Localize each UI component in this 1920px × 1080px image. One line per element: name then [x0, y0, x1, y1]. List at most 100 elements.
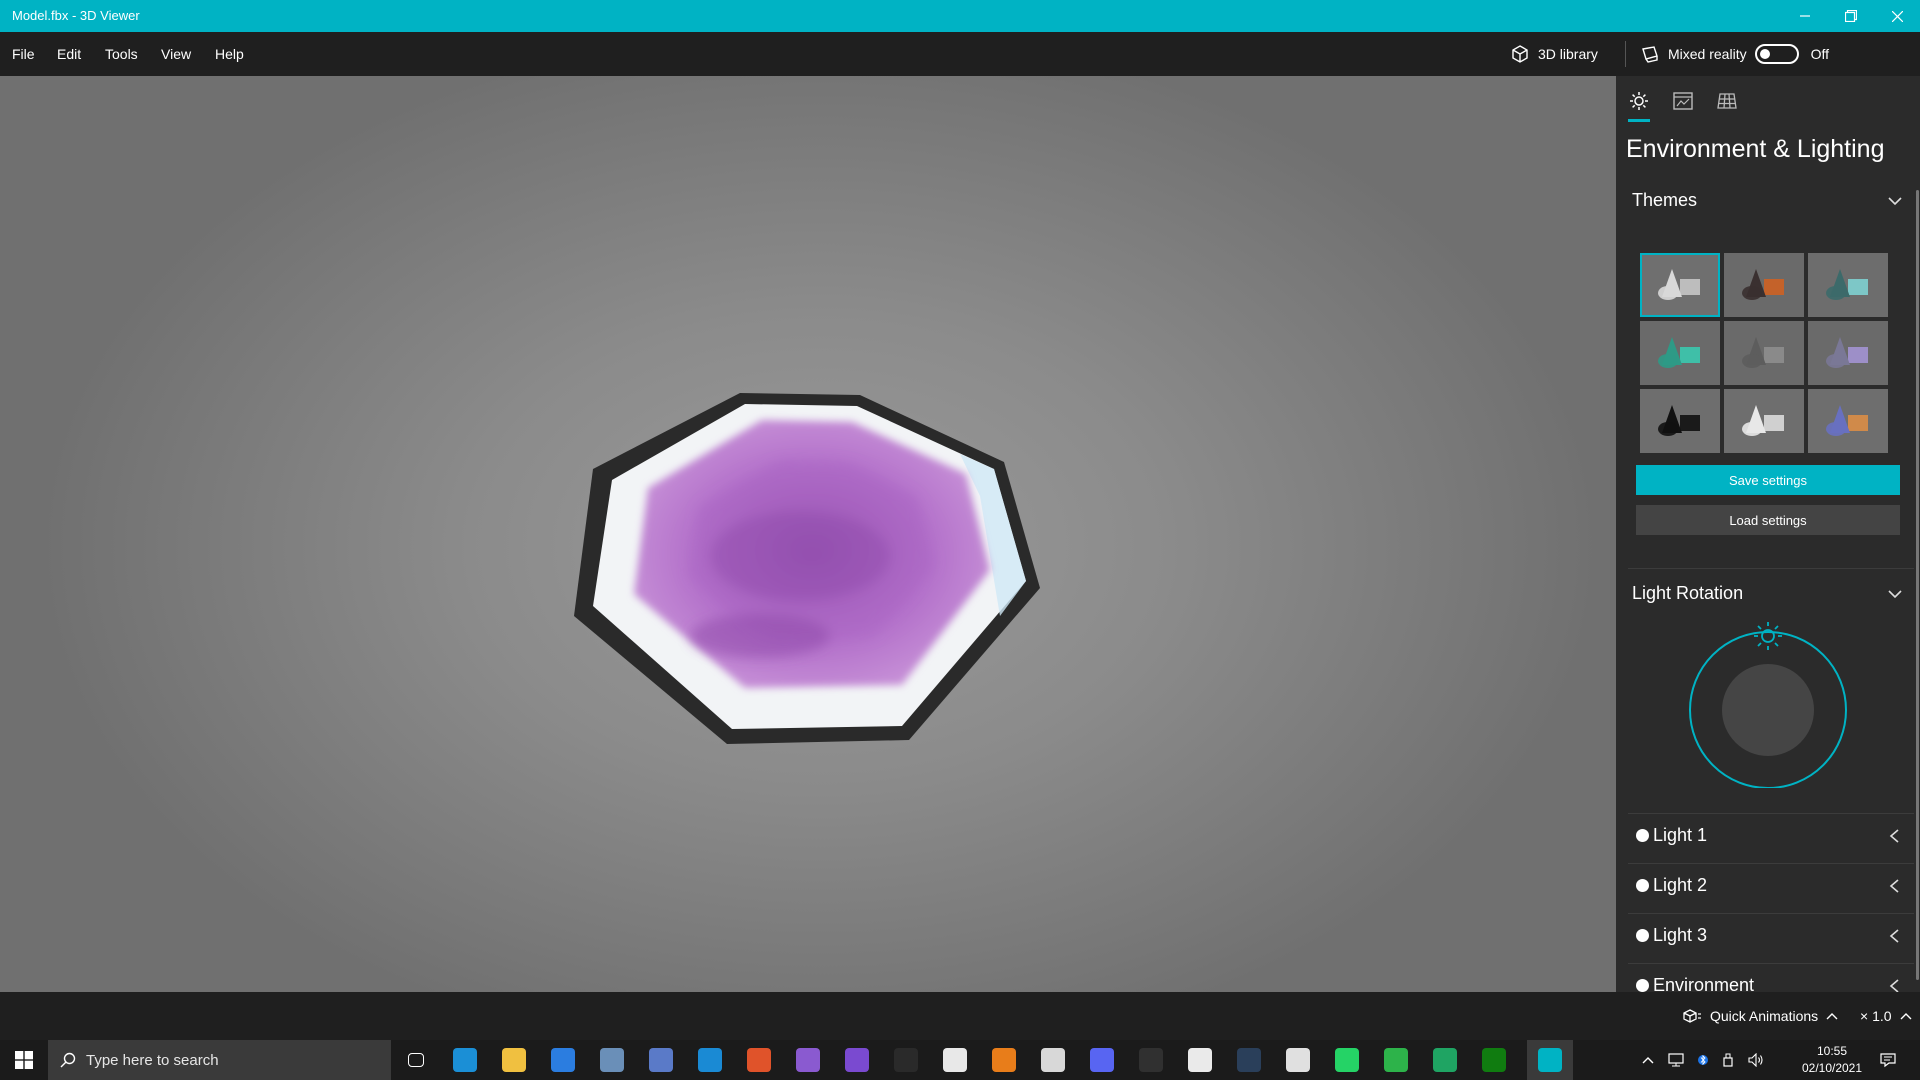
save-settings-button[interactable]: Save settings [1636, 465, 1900, 495]
cube-icon [1512, 45, 1528, 63]
menu-edit[interactable]: Edit [57, 46, 81, 62]
windows-logo-icon [15, 1051, 33, 1069]
theme-1-tile[interactable] [1640, 253, 1720, 317]
chevron-down-icon[interactable] [1888, 194, 1902, 208]
task-view-icon[interactable] [400, 1044, 432, 1076]
stats-icon [1673, 92, 1693, 110]
tab-grid[interactable] [1714, 88, 1740, 114]
panel-scrollbar[interactable] [1916, 190, 1919, 980]
sun-icon [1630, 92, 1648, 110]
light-2-label: Light 2 [1653, 875, 1708, 895]
github-icon[interactable] [841, 1044, 873, 1076]
window-title: Model.fbx - 3D Viewer [12, 8, 140, 23]
system-tray [1642, 1040, 1764, 1080]
vs-code-icon[interactable] [694, 1044, 726, 1076]
tab-environment[interactable] [1626, 88, 1652, 114]
network-icon[interactable] [1668, 1053, 1684, 1067]
speed-control[interactable]: × 1.0 [1860, 1008, 1912, 1024]
menu-help[interactable]: Help [215, 46, 244, 62]
app-window: Model.fbx - 3D Viewer File Edit Tools Vi… [0, 0, 1920, 1080]
light-rotation-header[interactable]: Light Rotation [1632, 583, 1743, 604]
start-button[interactable] [8, 1044, 40, 1076]
chevron-up-icon[interactable] [1642, 1056, 1654, 1064]
unity-hub-icon[interactable] [1184, 1044, 1216, 1076]
menu-bar: File Edit Tools View Help 3D library Mix… [0, 32, 1920, 76]
theme-8-tile[interactable] [1724, 389, 1804, 453]
menu-file[interactable]: File [12, 46, 35, 62]
mail-icon[interactable] [596, 1044, 628, 1076]
light-3-label: Light 3 [1653, 925, 1708, 945]
tab-stats[interactable] [1670, 88, 1696, 114]
steam-icon[interactable] [1233, 1044, 1265, 1076]
quick-animations-label: Quick Animations [1710, 1008, 1819, 1024]
notifications-button[interactable] [1872, 1044, 1904, 1076]
quick-animations-button[interactable]: Quick Animations [1682, 1008, 1838, 1024]
mixed-reality-label: Mixed reality [1668, 46, 1747, 62]
windows-taskbar: 10:55 02/10/2021 [0, 1040, 1920, 1080]
theme-6-tile[interactable] [1808, 321, 1888, 385]
unity-icon[interactable] [1282, 1044, 1314, 1076]
environment-row[interactable]: Environment [1628, 964, 1914, 992]
mixed-reality-state: Off [1810, 46, 1830, 62]
menu-view[interactable]: View [161, 46, 191, 62]
chevron-left-icon [1888, 828, 1902, 844]
discord-icon[interactable] [1086, 1044, 1118, 1076]
file-explorer-icon[interactable] [498, 1044, 530, 1076]
taskbar-search[interactable] [48, 1040, 391, 1080]
hangouts-icon[interactable] [1429, 1044, 1461, 1076]
usb-icon[interactable] [1722, 1053, 1734, 1067]
theme-4-tile[interactable] [1640, 321, 1720, 385]
store-icon[interactable] [547, 1044, 579, 1076]
light-color-swatch [1636, 929, 1649, 942]
restore-button[interactable] [1828, 0, 1874, 32]
3d-library-label: 3D library [1538, 46, 1598, 62]
xd-icon[interactable] [939, 1044, 971, 1076]
notification-icon [1880, 1053, 1896, 1068]
minimize-button[interactable] [1782, 0, 1828, 32]
theme-9-tile[interactable] [1808, 389, 1888, 453]
chevron-left-icon [1888, 978, 1902, 992]
blender-icon[interactable] [988, 1044, 1020, 1076]
menu-tools[interactable]: Tools [105, 46, 138, 62]
edge-icon[interactable] [449, 1044, 481, 1076]
3d-viewport[interactable] [0, 76, 1616, 992]
clock-time: 10:55 [1816, 1044, 1848, 1058]
theme-2-tile[interactable] [1724, 253, 1804, 317]
light-2-row[interactable]: Light 2 [1628, 864, 1914, 910]
close-button[interactable] [1874, 0, 1920, 32]
search-input[interactable] [86, 1051, 366, 1069]
chevron-left-icon [1888, 878, 1902, 894]
taskbar-clock[interactable]: 10:55 02/10/2021 [1792, 1043, 1872, 1077]
git-icon[interactable] [743, 1044, 775, 1076]
3d-library-button[interactable]: 3D library [1510, 32, 1598, 76]
whatsapp-icon[interactable] [1331, 1044, 1363, 1076]
light-color-swatch [1636, 829, 1649, 842]
light-rotation-dial[interactable] [1686, 618, 1850, 788]
environment-label: Environment [1653, 975, 1755, 992]
mixed-reality-toggle[interactable] [1754, 44, 1799, 64]
theme-3-tile[interactable] [1808, 253, 1888, 317]
light-3-row[interactable]: Light 3 [1628, 914, 1914, 960]
files-icon[interactable] [1037, 1044, 1069, 1076]
3d-viewer-icon[interactable] [1527, 1040, 1573, 1080]
clock-date: 02/10/2021 [1801, 1061, 1863, 1075]
obs-icon[interactable] [1135, 1044, 1167, 1076]
bluetooth-icon[interactable] [1698, 1053, 1708, 1067]
theme-7-tile[interactable] [1640, 389, 1720, 453]
theme-5-tile[interactable] [1724, 321, 1804, 385]
volume-icon[interactable] [1748, 1053, 1764, 1067]
network-tool-icon[interactable] [645, 1044, 677, 1076]
light-color-swatch [1636, 979, 1649, 992]
mixed-reality-control[interactable]: Mixed reality Off [1640, 32, 1829, 76]
load-settings-button[interactable]: Load settings [1636, 505, 1900, 535]
themes-header[interactable]: Themes [1632, 190, 1697, 211]
visual-studio-icon[interactable] [792, 1044, 824, 1076]
section-divider [1628, 568, 1914, 569]
minimize-icon [1800, 15, 1810, 17]
terminal-icon[interactable] [890, 1044, 922, 1076]
restore-icon [1845, 10, 1857, 22]
xbox-icon[interactable] [1478, 1044, 1510, 1076]
light-1-row[interactable]: Light 1 [1628, 814, 1914, 860]
chevron-down-icon[interactable] [1888, 587, 1902, 601]
chat-icon[interactable] [1380, 1044, 1412, 1076]
